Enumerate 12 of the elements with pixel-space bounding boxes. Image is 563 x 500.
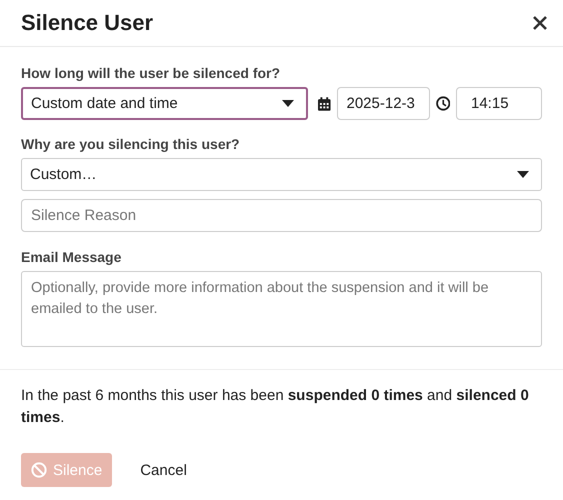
field-label: Email Message xyxy=(21,249,122,265)
dialog-title: Silence User xyxy=(21,10,154,36)
field-label: How long will the user be silenced for? xyxy=(21,65,282,81)
time-field[interactable]: 14:15 xyxy=(456,87,542,120)
reason-select[interactable]: Custom… xyxy=(21,158,542,191)
duration-select[interactable]: Custom date and time xyxy=(21,87,308,120)
date-field[interactable]: 2025-12-3 xyxy=(336,87,430,120)
email-message-field[interactable]: Optionally, provide more information about the suspension and it will be emailed to the user. xyxy=(21,271,542,347)
cancel-button[interactable]: Cancel xyxy=(130,453,197,487)
field-label: Why are you silencing this user? xyxy=(21,136,241,152)
reason-field[interactable]: Silence Reason xyxy=(21,199,542,232)
history-text: In the past 6 months this user has been suspended 0 times and silenced 0 times. xyxy=(21,386,530,428)
